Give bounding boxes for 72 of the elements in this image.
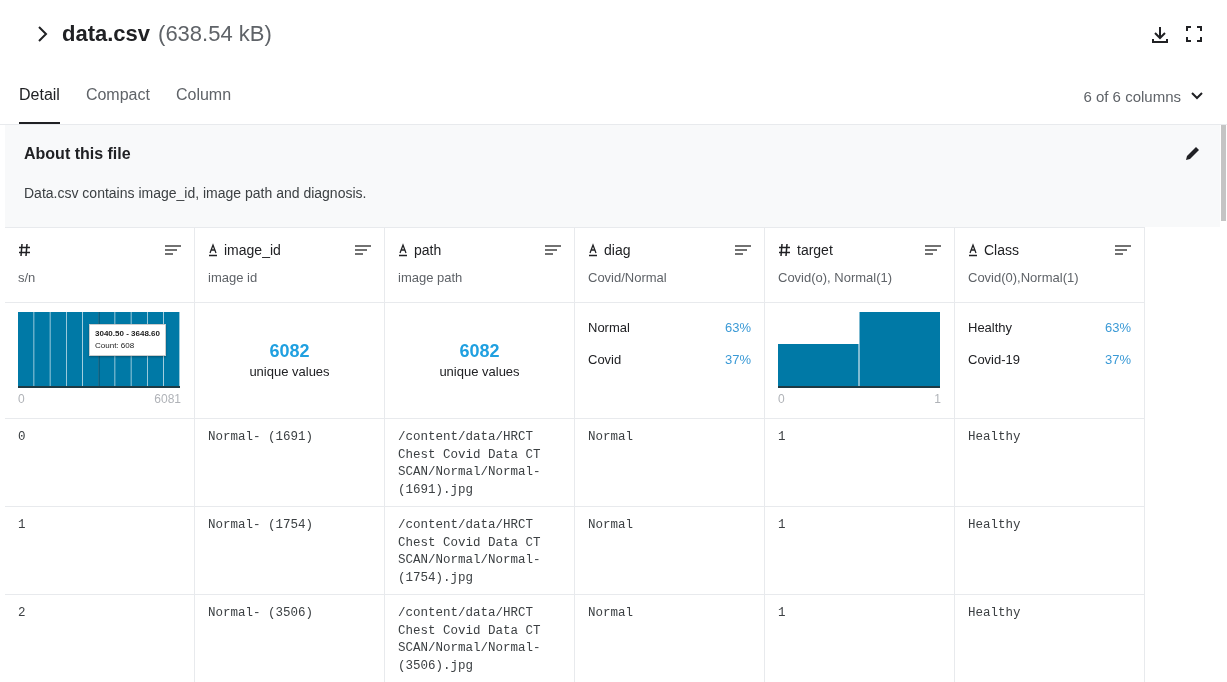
axis-max-label: 6081 <box>154 392 181 406</box>
scrollbar[interactable] <box>1221 125 1226 221</box>
table-cell-text: 2 <box>18 605 27 622</box>
table-cell-text: Healthy <box>968 429 1022 446</box>
tab[interactable]: Column <box>175 68 232 124</box>
column-name: path <box>414 242 442 258</box>
sort-icon[interactable] <box>545 245 561 255</box>
file-size: (638.54 kB) <box>158 21 272 47</box>
expand-chevron-icon[interactable] <box>36 25 48 43</box>
table-cell-text: Healthy <box>968 517 1022 534</box>
unique-label: unique values <box>248 364 331 379</box>
table-cell-text: 1 <box>778 517 787 534</box>
section-title: About this file <box>24 145 131 163</box>
table-cell-text: /content/data/HRCT Chest Covid Data CT SCAN/Normal/Normal- (3506).jpg <box>398 605 542 675</box>
table-cell-text: Normal <box>588 429 634 446</box>
column-name: Class <box>984 242 1019 258</box>
table-cell-text: /content/data/HRCT Chest Covid Data CT SCAN/Normal/Normal- (1754).jpg <box>398 517 542 587</box>
category-share: 37% <box>1104 352 1131 367</box>
text-type-icon <box>398 243 408 257</box>
sort-icon[interactable] <box>355 245 371 255</box>
axis-max-label: 1 <box>934 392 941 406</box>
column-name: diag <box>604 242 631 258</box>
column-description: image id <box>208 270 259 287</box>
column-description: s/n <box>18 270 37 287</box>
table-cell-text: Normal- (3506) <box>208 605 315 622</box>
table-cell-text: 1 <box>778 605 787 622</box>
category-label: Healthy <box>968 320 1013 335</box>
column-description: Covid/Normal <box>588 270 668 287</box>
axis-min-label: 0 <box>778 392 785 406</box>
sort-icon[interactable] <box>735 245 751 255</box>
table-cell-text: Normal <box>588 605 634 622</box>
table-cell-text: Normal <box>588 517 634 534</box>
file-description: Data.csv contains image_id, image path and diagnosis. <box>24 185 368 201</box>
text-type-icon <box>968 243 978 257</box>
sort-icon[interactable] <box>925 245 941 255</box>
column-description: image path <box>398 270 464 287</box>
column-description: Covid(o), Normal(1) <box>778 270 894 287</box>
download-icon[interactable] <box>1151 25 1169 43</box>
category-share: 63% <box>724 320 751 335</box>
chevron-down-icon <box>1191 92 1203 100</box>
column-name: target <box>797 242 833 258</box>
table-cell-text: Normal- (1691) <box>208 429 315 446</box>
table-cell-text: /content/data/HRCT Chest Covid Data CT SCAN/Normal/Normal- (1691).jpg <box>398 429 542 499</box>
sort-icon[interactable] <box>1115 245 1131 255</box>
fullscreen-icon[interactable] <box>1185 25 1203 43</box>
category-label: Normal <box>588 320 630 335</box>
pencil-icon[interactable] <box>1183 145 1201 163</box>
axis-min-label: 0 <box>18 392 25 406</box>
column-description: Covid(0),Normal(1) <box>968 270 1080 287</box>
category-label: Covid-19 <box>968 352 1021 367</box>
tooltip-range: 3040.50 - 3648.60 <box>95 328 160 340</box>
sort-icon[interactable] <box>165 245 181 255</box>
unique-label: unique values <box>438 364 521 379</box>
table-cell-text: 1 <box>18 517 27 534</box>
columns-selector[interactable]: 6 of 6 columns <box>1083 68 1203 124</box>
table-cell-text: 0 <box>18 429 27 446</box>
hash-icon <box>778 243 791 257</box>
category-share: 63% <box>1104 320 1131 335</box>
unique-count: 6082 <box>268 341 311 362</box>
table-cell-text: Healthy <box>968 605 1022 622</box>
table-cell-text: Normal- (1754) <box>208 517 315 534</box>
tab[interactable]: Compact <box>85 68 150 124</box>
tooltip-count: Count: 608 <box>95 341 135 350</box>
category-share: 37% <box>724 352 751 367</box>
table-cell-text: 1 <box>778 429 787 446</box>
text-type-icon <box>208 243 218 257</box>
text-type-icon <box>588 243 598 257</box>
column-name: image_id <box>224 242 281 258</box>
hash-icon <box>18 243 31 257</box>
unique-count: 6082 <box>458 341 501 362</box>
category-label: Covid <box>588 352 622 367</box>
file-name: data.csv <box>62 21 151 47</box>
